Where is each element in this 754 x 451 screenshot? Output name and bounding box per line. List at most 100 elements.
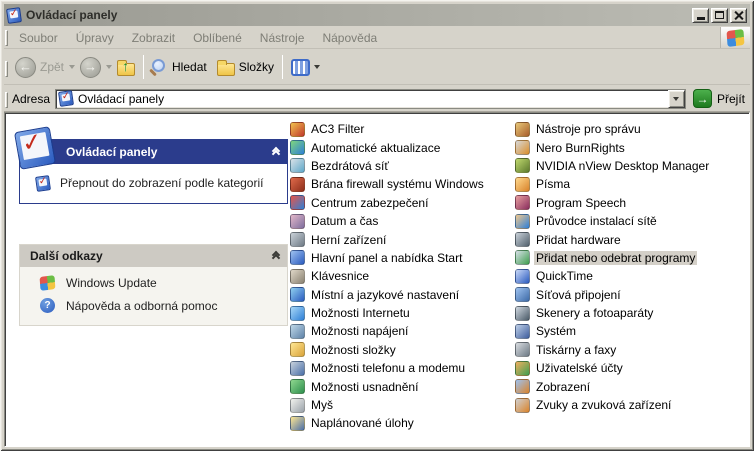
sidebar-link-label[interactable]: Nápověda a odborná pomoc (66, 299, 217, 313)
item-label[interactable]: Bezdrátová síť (309, 159, 391, 173)
menu-item-tools[interactable]: Nástroje (251, 27, 314, 48)
sidebar-link-windows-update[interactable]: Windows Update (40, 276, 281, 290)
item-sounds-audio[interactable]: Zvuky a zvuková zařízení (515, 396, 753, 414)
item-date-time[interactable]: Datum a čas (290, 212, 514, 230)
item-add-hardware[interactable]: Přidat hardware (515, 230, 753, 248)
power-options-icon[interactable] (290, 324, 305, 339)
nvidia-nview-icon[interactable] (515, 158, 530, 173)
item-automatic-updates[interactable]: Automatické aktualizace (290, 138, 514, 156)
item-label[interactable]: Možnosti usnadnění (309, 380, 420, 394)
item-nero-burnrights[interactable]: Nero BurnRights (515, 138, 753, 156)
add-hardware-icon[interactable] (515, 232, 530, 247)
network-connections-icon[interactable] (515, 287, 530, 302)
item-label[interactable]: Možnosti telefonu a modemu (309, 361, 467, 375)
item-label[interactable]: Přidat nebo odebrat programy (534, 251, 697, 265)
sounds-audio-icon[interactable] (515, 398, 530, 413)
quicktime-icon[interactable] (515, 269, 530, 284)
item-label[interactable]: Uživatelské účty (534, 361, 625, 375)
item-label[interactable]: Zobrazení (534, 380, 592, 394)
item-system[interactable]: Systém (515, 322, 753, 340)
item-windows-firewall[interactable]: Brána firewall systému Windows (290, 175, 514, 193)
item-fonts[interactable]: Písma (515, 175, 753, 193)
fonts-icon[interactable] (515, 177, 530, 192)
nero-burnrights-icon[interactable] (515, 140, 530, 155)
up-button[interactable]: ↑ (112, 52, 140, 82)
item-label[interactable]: Program Speech (534, 196, 628, 210)
item-label[interactable]: Automatické aktualizace (309, 141, 442, 155)
item-label[interactable]: Hlavní panel a nabídka Start (309, 251, 464, 265)
item-keyboard[interactable]: Klávesnice (290, 267, 514, 285)
item-speech[interactable]: Program Speech (515, 194, 753, 212)
item-user-accounts[interactable]: Uživatelské účty (515, 359, 753, 377)
security-center-icon[interactable] (290, 195, 305, 210)
item-display[interactable]: Zobrazení (515, 377, 753, 395)
menu-item-favorites[interactable]: Oblíbené (184, 27, 251, 48)
admin-tools-icon[interactable] (515, 122, 530, 137)
speech-icon[interactable] (515, 195, 530, 210)
item-accessibility-options[interactable]: Možnosti usnadnění (290, 377, 514, 395)
item-label[interactable]: Skenery a fotoaparáty (534, 306, 655, 320)
item-mouse[interactable]: Myš (290, 396, 514, 414)
scanners-cameras-icon[interactable] (515, 306, 530, 321)
views-button[interactable] (286, 52, 325, 82)
item-regional-language[interactable]: Místní a jazykové nastavení (290, 286, 514, 304)
user-accounts-icon[interactable] (515, 361, 530, 376)
item-label[interactable]: Tiskárny a faxy (534, 343, 618, 357)
keyboard-icon[interactable] (290, 269, 305, 284)
item-label[interactable]: Zvuky a zvuková zařízení (534, 398, 673, 412)
menubar-grip[interactable] (5, 30, 8, 46)
item-label[interactable]: Nero BurnRights (534, 141, 627, 155)
item-label[interactable]: Možnosti Internetu (309, 306, 412, 320)
close-button[interactable] (730, 8, 747, 23)
automatic-updates-icon[interactable] (290, 140, 305, 155)
menu-item-view[interactable]: Zobrazit (123, 27, 184, 48)
address-combo[interactable]: Ovládací panely (55, 89, 686, 109)
go-button[interactable]: Přejít (693, 89, 745, 108)
item-add-remove-programs[interactable]: Přidat nebo odebrat programy (515, 249, 753, 267)
phone-modem-icon[interactable] (290, 361, 305, 376)
sidebar-link-help[interactable]: Nápověda a odborná pomoc (40, 298, 281, 313)
item-scheduled-tasks[interactable]: Naplánované úlohy (290, 414, 514, 432)
display-icon[interactable] (515, 379, 530, 394)
address-dropdown-button[interactable] (668, 90, 685, 108)
item-taskbar-startmenu[interactable]: Hlavní panel a nabídka Start (290, 249, 514, 267)
regional-language-icon[interactable] (290, 287, 305, 302)
internet-options-icon[interactable] (290, 306, 305, 321)
item-label[interactable]: Naplánované úlohy (309, 416, 416, 430)
item-network-connections[interactable]: Síťová připojení (515, 286, 753, 304)
switch-to-category-view-link[interactable]: Přepnout do zobrazení podle kategorií (60, 176, 265, 191)
item-label[interactable]: Systém (534, 324, 578, 338)
item-label[interactable]: Myš (309, 398, 335, 412)
item-label[interactable]: QuickTime (534, 269, 595, 283)
item-scanners-cameras[interactable]: Skenery a fotoaparáty (515, 304, 753, 322)
folder-options-icon[interactable] (290, 342, 305, 357)
item-game-controllers[interactable]: Herní zařízení (290, 230, 514, 248)
item-admin-tools[interactable]: Nástroje pro správu (515, 120, 753, 138)
item-label[interactable]: Přidat hardware (534, 233, 623, 247)
item-label[interactable]: AC3 Filter (309, 122, 366, 136)
menu-item-help[interactable]: Nápověda (313, 27, 386, 48)
menu-item-file[interactable]: Soubor (10, 27, 67, 48)
item-wireless-network[interactable]: Bezdrátová síť (290, 157, 514, 175)
item-label[interactable]: Místní a jazykové nastavení (309, 288, 461, 302)
add-remove-programs-icon[interactable] (515, 250, 530, 265)
mouse-icon[interactable] (290, 398, 305, 413)
item-network-setup-wizard[interactable]: Průvodce instalací sítě (515, 212, 753, 230)
item-internet-options[interactable]: Možnosti Internetu (290, 304, 514, 322)
item-label[interactable]: NVIDIA nView Desktop Manager (534, 159, 711, 173)
item-power-options[interactable]: Možnosti napájení (290, 322, 514, 340)
printers-faxes-icon[interactable] (515, 342, 530, 357)
addressbar-grip[interactable] (5, 92, 8, 108)
network-setup-wizard-icon[interactable] (515, 214, 530, 229)
folders-button[interactable]: Složky (212, 52, 279, 82)
item-label[interactable]: Písma (534, 177, 572, 191)
wireless-network-icon[interactable] (290, 158, 305, 173)
item-label[interactable]: Herní zařízení (309, 233, 388, 247)
search-button[interactable]: Hledat (147, 52, 212, 82)
collapse-chevron-button[interactable] (273, 148, 279, 157)
item-label[interactable]: Centrum zabezpečení (309, 196, 430, 210)
item-quicktime[interactable]: QuickTime (515, 267, 753, 285)
accessibility-options-icon[interactable] (290, 379, 305, 394)
item-label[interactable]: Klávesnice (309, 269, 371, 283)
item-folder-options[interactable]: Možnosti složky (290, 341, 514, 359)
